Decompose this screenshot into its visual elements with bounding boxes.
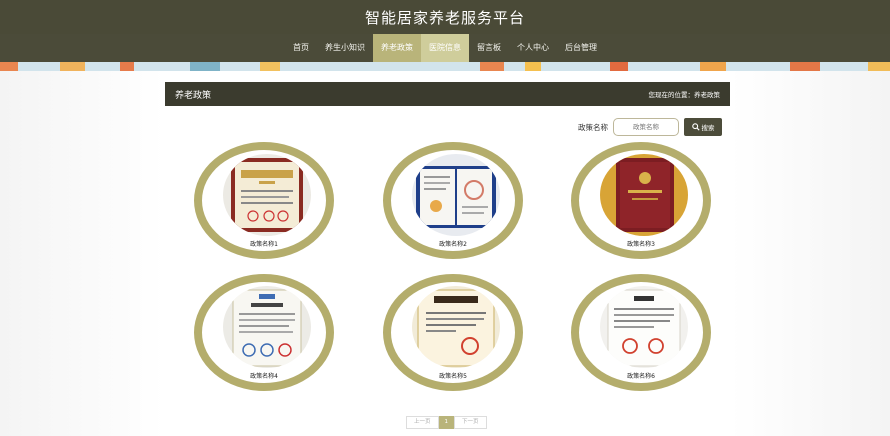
search-input[interactable] bbox=[613, 118, 679, 136]
search-button-label: 搜索 bbox=[701, 124, 715, 132]
breadcrumb: 您现在的位置：养老政策 bbox=[648, 91, 721, 99]
banner-strip bbox=[0, 62, 890, 71]
search-bar: 政策名称 搜索 bbox=[578, 118, 722, 136]
policy-card[interactable]: 政策名称6 bbox=[571, 274, 711, 391]
certificate-image bbox=[223, 286, 311, 368]
site-header: 智能居家养老服务平台 bbox=[0, 0, 890, 34]
search-button[interactable]: 搜索 bbox=[684, 118, 722, 136]
policy-card[interactable]: 政策名称5 bbox=[383, 274, 523, 391]
certificate-image bbox=[412, 154, 500, 236]
section-title: 养老政策 bbox=[175, 90, 212, 101]
policy-card[interactable]: 政策名称1 bbox=[194, 142, 334, 259]
policy-name: 政策名称5 bbox=[439, 373, 467, 380]
certificate-image bbox=[223, 154, 311, 236]
section-bar: 养老政策 您现在的位置：养老政策 bbox=[165, 82, 730, 106]
policy-name: 政策名称6 bbox=[627, 373, 655, 380]
policy-name: 政策名称1 bbox=[250, 241, 278, 248]
policy-name: 政策名称4 bbox=[250, 373, 278, 380]
certificate-image bbox=[600, 154, 688, 236]
nav-item-health-tips[interactable]: 养生小知识 bbox=[317, 34, 373, 62]
prev-page-button[interactable]: 上一页 bbox=[406, 416, 439, 429]
main-nav: 首页 养生小知识 养老政策 医院信息 留言板 个人中心 后台管理 bbox=[0, 34, 890, 62]
search-icon bbox=[691, 123, 700, 131]
nav-item-user-center[interactable]: 个人中心 bbox=[509, 34, 557, 62]
background-left bbox=[0, 71, 165, 436]
search-label: 政策名称 bbox=[578, 122, 608, 132]
background-right bbox=[730, 71, 890, 436]
nav-item-message-board[interactable]: 留言板 bbox=[469, 34, 509, 62]
nav-item-home[interactable]: 首页 bbox=[285, 34, 317, 62]
nav-item-hospital[interactable]: 医院信息 bbox=[421, 34, 469, 62]
certificate-image bbox=[600, 286, 688, 368]
policy-card[interactable]: 政策名称3 bbox=[571, 142, 711, 259]
nav-item-admin[interactable]: 后台管理 bbox=[557, 34, 605, 62]
current-page[interactable]: 1 bbox=[438, 416, 455, 429]
pagination: 上一页 1 下一页 bbox=[406, 416, 487, 429]
policy-name: 政策名称3 bbox=[627, 241, 655, 248]
policy-name: 政策名称2 bbox=[439, 241, 467, 248]
next-page-button[interactable]: 下一页 bbox=[454, 416, 487, 429]
nav-item-policy[interactable]: 养老政策 bbox=[373, 34, 421, 62]
policy-card[interactable]: 政策名称2 bbox=[383, 142, 523, 259]
policy-card[interactable]: 政策名称4 bbox=[194, 274, 334, 391]
site-title: 智能居家养老服务平台 bbox=[364, 8, 525, 27]
certificate-image bbox=[412, 286, 500, 368]
